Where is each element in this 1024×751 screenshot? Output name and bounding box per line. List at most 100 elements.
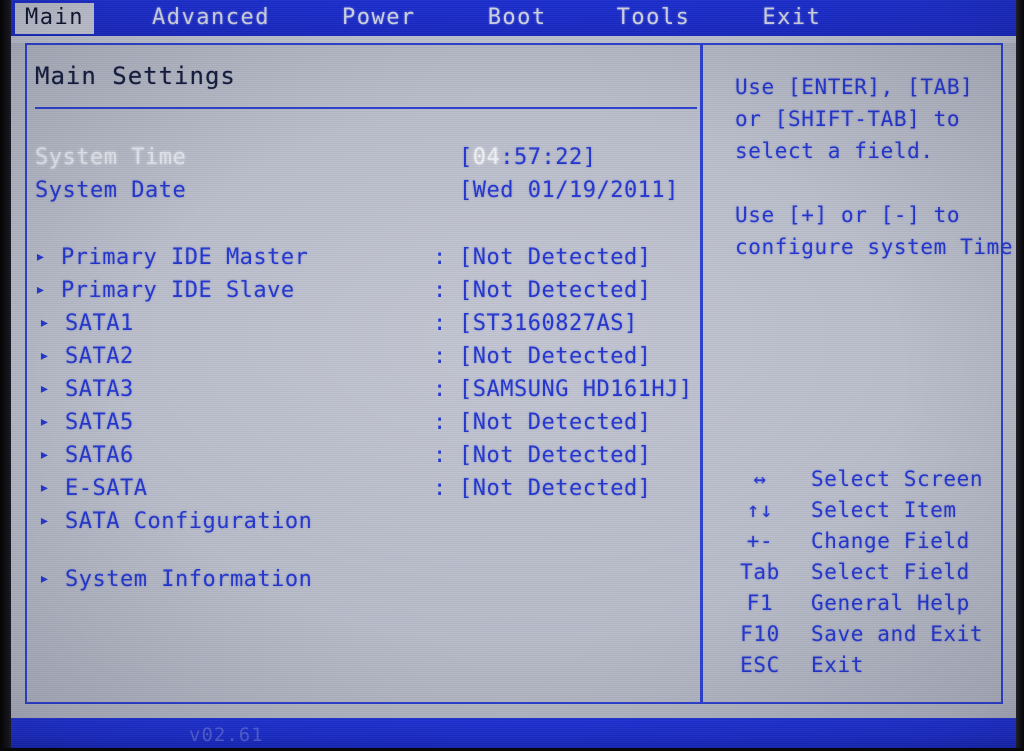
help-text-line: Use [ENTER], [TAB] [735, 75, 974, 99]
help-text-line: select a field. [735, 139, 934, 163]
colon-separator: : [433, 245, 447, 270]
key-legend-save-and-exit: F10 Save and Exit [721, 622, 1001, 653]
sata2-value: [Not Detected] [459, 344, 652, 369]
row-system-information[interactable]: ▸ System Information [35, 567, 697, 599]
colon-separator: : [433, 311, 447, 336]
monitor-bezel-left [0, 0, 11, 751]
key-legend-label: Exit [811, 653, 864, 677]
system-time-label: System Time [35, 145, 187, 170]
colon-separator: : [433, 278, 447, 303]
f1-key-icon: F1 [746, 591, 774, 615]
plus-minus-icon: +- [746, 529, 774, 553]
menu-tab-boot[interactable]: Boot [478, 3, 557, 34]
row-sata3[interactable]: ▸ SATA3 : [SAMSUNG HD161HJ] [35, 377, 697, 409]
menu-tab-main[interactable]: Main [15, 2, 94, 34]
menu-tab-tools[interactable]: Tools [607, 3, 701, 34]
system-time-rest: :57:22] [500, 145, 597, 170]
sata5-value: [Not Detected] [459, 410, 652, 435]
esata-label: E-SATA [65, 476, 148, 501]
footer-version-text: v02.61 [189, 724, 264, 746]
row-sata2[interactable]: ▸ SATA2 : [Not Detected] [35, 344, 697, 376]
menu-tab-exit[interactable]: Exit [752, 3, 831, 34]
esc-key-icon: ESC [740, 653, 780, 677]
system-time-hour-cursor[interactable]: 04 [473, 145, 501, 170]
panel-divider [700, 43, 703, 704]
primary-ide-slave-label: Primary IDE Slave [61, 278, 295, 303]
row-primary-ide-master[interactable]: ▸ Primary IDE Master : [Not Detected] [35, 245, 697, 277]
triangle-right-icon: ▸ [39, 378, 51, 399]
primary-ide-slave-value: [Not Detected] [459, 278, 652, 303]
bios-setup-utility: Main Advanced Power Boot Tools Exit Main… [9, 0, 1019, 748]
left-right-arrow-icon: ↔ [753, 467, 767, 491]
key-legend-label: Select Screen [811, 467, 984, 491]
row-sata5[interactable]: ▸ SATA5 : [Not Detected] [35, 410, 697, 442]
sata1-label: SATA1 [65, 311, 134, 336]
title-divider [35, 107, 697, 109]
row-sata6[interactable]: ▸ SATA6 : [Not Detected] [35, 443, 697, 475]
tab-key-icon: Tab [740, 560, 780, 584]
system-time-value[interactable]: [04:57:22] [459, 145, 596, 170]
triangle-right-icon: ▸ [39, 411, 51, 432]
system-date-label: System Date [35, 178, 187, 203]
row-system-date[interactable]: System Date [Wed 01/19/2011] [35, 178, 697, 210]
row-esata[interactable]: ▸ E-SATA : [Not Detected] [35, 476, 697, 508]
menubar: Main Advanced Power Boot Tools Exit [9, 0, 1019, 36]
sata5-label: SATA5 [65, 410, 134, 435]
help-text-line: or [SHIFT-TAB] to [735, 107, 961, 131]
key-legend-label: Select Field [811, 560, 970, 584]
triangle-right-icon: ▸ [39, 345, 51, 366]
monitor-bezel-right [1016, 0, 1024, 751]
row-system-time[interactable]: System Time [04:57:22] [35, 145, 697, 177]
system-time-bracket-open: [ [459, 145, 473, 170]
key-legend-general-help: F1 General Help [721, 591, 1001, 622]
row-primary-ide-slave[interactable]: ▸ Primary IDE Slave : [Not Detected] [35, 278, 697, 310]
esata-value: [Not Detected] [459, 476, 652, 501]
colon-separator: : [433, 476, 447, 501]
key-legend-select-field: Tab Select Field [721, 560, 1001, 591]
menu-tab-power[interactable]: Power [332, 3, 426, 34]
key-legend-change-field: +- Change Field [721, 529, 1001, 560]
help-panel: Use [ENTER], [TAB] or [SHIFT-TAB] to sel… [709, 45, 1019, 702]
footer-bar: v02.61 [9, 718, 1019, 748]
help-text-line: Use [+] or [-] to [735, 203, 961, 227]
settings-panel: Main Settings System Time [04:57:22] Sys… [27, 45, 700, 702]
system-information-label: System Information [65, 567, 313, 592]
row-sata-configuration[interactable]: ▸ SATA Configuration [35, 509, 697, 541]
key-legend-label: General Help [811, 591, 970, 615]
up-down-arrow-icon: ↑↓ [746, 498, 774, 522]
colon-separator: : [433, 344, 447, 369]
sata6-value: [Not Detected] [459, 443, 652, 468]
primary-ide-master-label: Primary IDE Master [61, 245, 309, 270]
triangle-right-icon: ▸ [39, 444, 51, 465]
sata3-label: SATA3 [65, 377, 134, 402]
key-legend-label: Change Field [811, 529, 970, 553]
triangle-right-icon: ▸ [35, 279, 47, 300]
triangle-right-icon: ▸ [39, 312, 51, 333]
primary-ide-master-value: [Not Detected] [459, 245, 652, 270]
key-legend-select-screen: ↔ Select Screen [721, 467, 1001, 498]
key-legend-label: Save and Exit [811, 622, 984, 646]
page-title: Main Settings [35, 62, 236, 90]
system-date-value[interactable]: [Wed 01/19/2011] [459, 178, 679, 203]
triangle-right-icon: ▸ [39, 510, 51, 531]
colon-separator: : [433, 410, 447, 435]
sata6-label: SATA6 [65, 443, 134, 468]
triangle-right-icon: ▸ [39, 477, 51, 498]
key-legend-label: Select Item [811, 498, 957, 522]
colon-separator: : [433, 377, 447, 402]
triangle-right-icon: ▸ [39, 568, 51, 589]
sata3-value: [SAMSUNG HD161HJ] [459, 377, 693, 402]
sata2-label: SATA2 [65, 344, 134, 369]
key-legend-select-item: ↑↓ Select Item [721, 498, 1001, 529]
help-text-line: configure system Time. [735, 235, 1019, 259]
f10-key-icon: F10 [740, 622, 780, 646]
bios-screen-photo: Main Advanced Power Boot Tools Exit Main… [0, 0, 1024, 751]
sata-configuration-label: SATA Configuration [65, 509, 313, 534]
row-sata1[interactable]: ▸ SATA1 : [ST3160827AS] [35, 311, 697, 343]
colon-separator: : [433, 443, 447, 468]
sata1-value: [ST3160827AS] [459, 311, 638, 336]
triangle-right-icon: ▸ [35, 246, 47, 267]
key-legend-exit: ESC Exit [721, 653, 1001, 684]
menu-tab-advanced[interactable]: Advanced [142, 3, 280, 34]
menubar-underline [9, 36, 1019, 43]
